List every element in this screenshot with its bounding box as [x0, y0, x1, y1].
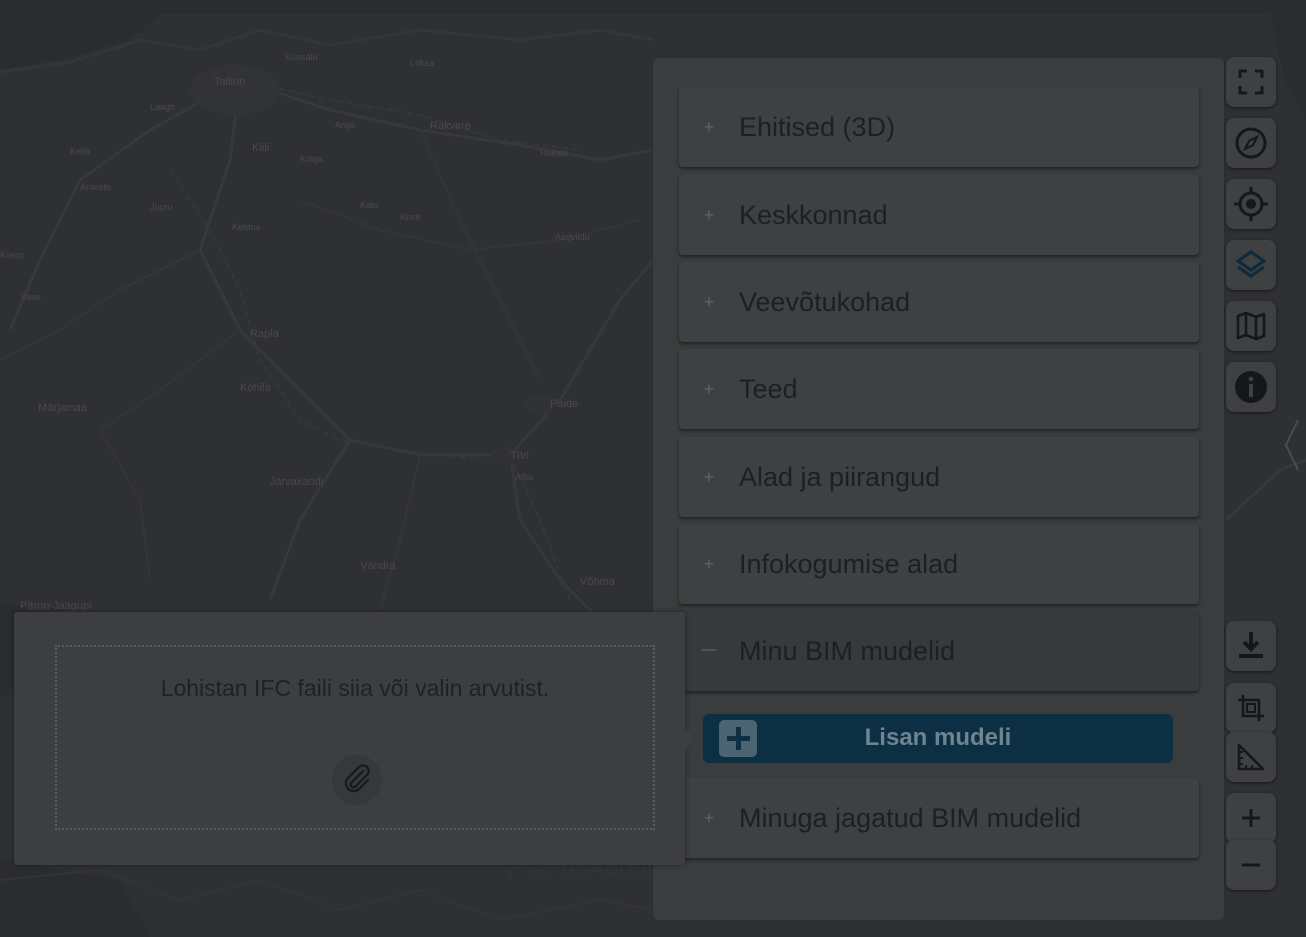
layer-section-infokogumise-alad[interactable]: + Infokogumise alad	[679, 524, 1199, 604]
expand-icon: +	[703, 204, 715, 225]
basemap-button[interactable]	[1226, 301, 1276, 351]
collapse-arrow-icon[interactable]	[1283, 415, 1301, 475]
expand-icon: +	[703, 378, 715, 399]
drop-zone-text: Lohistan IFC faili siia või valin arvuti…	[160, 675, 550, 701]
layer-section-label: Infokogumise alad	[739, 548, 959, 579]
measure-button[interactable]	[1226, 732, 1276, 782]
zoom-out-button[interactable]	[1226, 840, 1276, 890]
layer-section-label: Veevõtukohad	[739, 286, 911, 317]
layer-section-label: Teed	[739, 373, 798, 404]
layers-icon	[1235, 250, 1267, 278]
layer-section-label: Minuga jagatud BIM mudelid	[739, 802, 1082, 833]
compass-icon	[1235, 127, 1267, 159]
layer-section-teed[interactable]: + Teed	[679, 349, 1199, 429]
crop-button[interactable]	[1226, 683, 1276, 733]
expand-icon: +	[703, 116, 715, 137]
collapse-icon: −	[700, 634, 718, 667]
ifc-drop-zone[interactable]: Lohistan IFC faili siia või valin arvuti…	[55, 645, 655, 830]
layer-section-label: Alad ja piirangud	[739, 461, 941, 492]
zoom-in-icon	[1242, 809, 1260, 827]
layer-section-shared-bim-mudelid[interactable]: + Minuga jagatud BIM mudelid	[679, 778, 1199, 858]
layer-section-label: Minu BIM mudelid	[739, 635, 956, 666]
layer-section-label: Keskkonnad	[739, 199, 888, 230]
download-icon	[1239, 632, 1263, 658]
expand-icon: +	[703, 553, 715, 574]
add-model-button[interactable]: Lisan mudeli	[703, 714, 1173, 763]
compass-button[interactable]	[1226, 118, 1276, 168]
info-icon	[1235, 371, 1267, 403]
fullscreen-button[interactable]	[1226, 57, 1276, 107]
attach-file-button[interactable]	[332, 755, 382, 805]
expand-icon: +	[703, 807, 715, 828]
measure-icon	[1237, 743, 1265, 771]
layer-section-keskkonnad[interactable]: + Keskkonnad	[679, 175, 1199, 255]
expand-icon: +	[703, 466, 715, 487]
info-button[interactable]	[1226, 362, 1276, 412]
upload-popup: Lohistan IFC faili siia või valin arvuti…	[14, 612, 695, 865]
paperclip-icon	[344, 764, 370, 793]
layer-section-minu-bim-mudelid[interactable]: − Minu BIM mudelid	[679, 611, 1199, 691]
crop-icon	[1238, 695, 1264, 721]
layer-section-label: Ehitised (3D)	[739, 111, 896, 142]
fullscreen-icon	[1238, 69, 1264, 95]
map-icon	[1236, 311, 1266, 341]
locate-icon	[1234, 187, 1268, 221]
layers-button[interactable]	[1226, 240, 1276, 290]
download-button[interactable]	[1226, 621, 1276, 671]
locate-button[interactable]	[1226, 179, 1276, 229]
layer-section-veevotukohad[interactable]: + Veevõtukohad	[679, 262, 1199, 342]
add-model-label: Lisan mudeli	[864, 724, 1012, 751]
layer-section-alad-ja-piirangud[interactable]: + Alad ja piirangud	[679, 437, 1199, 517]
zoom-out-icon	[1242, 863, 1260, 867]
expand-icon: +	[703, 291, 715, 312]
layer-section-ehitised[interactable]: + Ehitised (3D)	[679, 87, 1199, 167]
zoom-in-button[interactable]	[1226, 793, 1276, 843]
